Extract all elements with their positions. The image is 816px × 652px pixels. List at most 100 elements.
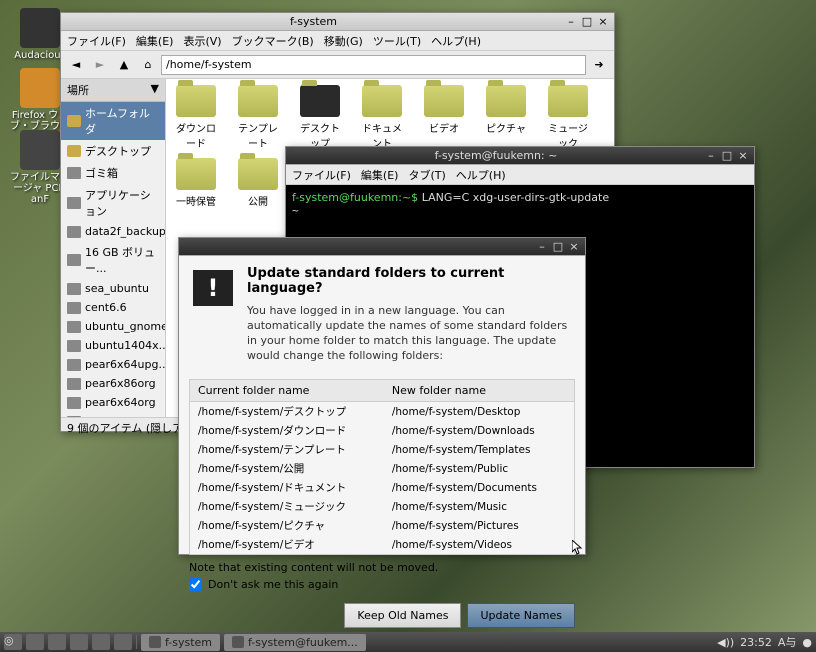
- drive-icon: [67, 197, 81, 209]
- start-button[interactable]: ◎: [4, 634, 22, 650]
- maximize-button[interactable]: □: [580, 15, 594, 29]
- keep-old-names-button[interactable]: Keep Old Names: [344, 603, 461, 628]
- folder-item[interactable]: 一時保管: [172, 158, 220, 208]
- sidebar-item[interactable]: pear6x86org: [61, 374, 165, 393]
- sidebar-item[interactable]: ubuntu_gnome: [61, 317, 165, 336]
- menu-item[interactable]: ヘルプ(H): [456, 167, 506, 183]
- app-icon: [20, 8, 60, 48]
- keyboard-indicator[interactable]: A与: [778, 634, 797, 650]
- up-button[interactable]: ▲: [113, 54, 135, 76]
- path-input[interactable]: [161, 55, 586, 75]
- drive-icon: [67, 397, 81, 409]
- minimize-button[interactable]: –: [564, 15, 578, 29]
- sidebar-item-label: cent6.6: [85, 301, 127, 314]
- folder-item[interactable]: ダウンロード: [172, 85, 220, 150]
- sidebar-item[interactable]: pear6x64upg...: [61, 355, 165, 374]
- table-row[interactable]: /home/f-system/デスクトップ/home/f-system/Desk…: [190, 402, 574, 422]
- menu-item[interactable]: ファイル(F): [292, 167, 351, 183]
- menu-item[interactable]: ファイル(F): [67, 33, 126, 49]
- launcher-browser[interactable]: [92, 634, 110, 650]
- taskbar-item[interactable]: f-system: [141, 634, 220, 651]
- table-row[interactable]: /home/f-system/ミュージック/home/f-system/Musi…: [190, 497, 574, 516]
- close-button[interactable]: ×: [596, 15, 610, 29]
- menu-item[interactable]: 移動(G): [324, 33, 363, 49]
- sidebar-item[interactable]: 16 GB ボリュー...: [61, 241, 165, 279]
- sidebar-item-label: デスクトップ: [85, 143, 151, 159]
- folder-icon: [424, 85, 464, 117]
- col-current[interactable]: Current folder name: [190, 380, 384, 402]
- table-row[interactable]: /home/f-system/ピクチャ/home/f-system/Pictur…: [190, 516, 574, 535]
- table-row[interactable]: /home/f-system/ビデオ/home/f-system/Videos: [190, 535, 574, 554]
- folder-mapping-table: Current folder name New folder name /hom…: [189, 379, 575, 555]
- drive-icon: [67, 378, 81, 390]
- menu-item[interactable]: ヘルプ(H): [431, 33, 481, 49]
- table-row[interactable]: /home/f-system/公開/home/f-system/Public: [190, 459, 574, 478]
- menu-item[interactable]: 編集(E): [361, 167, 399, 183]
- sidebar-item[interactable]: ホームフォルダ: [61, 102, 165, 140]
- folder-item[interactable]: ミュージック: [544, 85, 592, 150]
- folder-label: ビデオ: [420, 120, 468, 135]
- close-button[interactable]: ×: [567, 240, 581, 254]
- tray-icon[interactable]: ●: [802, 636, 812, 649]
- drive-icon: [67, 416, 81, 418]
- sidebar-item[interactable]: sea_ubuntu: [61, 279, 165, 298]
- launcher-files[interactable]: [70, 634, 88, 650]
- drive-icon: [67, 359, 81, 371]
- folder-icon: [176, 85, 216, 117]
- forward-button[interactable]: ►: [89, 54, 111, 76]
- sidebar-item[interactable]: ゴミ箱: [61, 162, 165, 184]
- folder-icon: [67, 145, 81, 157]
- menu-item[interactable]: ツール(T): [373, 33, 421, 49]
- back-button[interactable]: ◄: [65, 54, 87, 76]
- sidebar-item-label: pear6x64org: [85, 396, 156, 409]
- launcher-app[interactable]: [114, 634, 132, 650]
- menu-item[interactable]: 編集(E): [136, 33, 174, 49]
- dont-ask-checkbox[interactable]: [189, 578, 202, 591]
- col-new[interactable]: New folder name: [384, 380, 574, 402]
- folder-icon: [67, 115, 81, 127]
- taskbar-item[interactable]: f-system@fuukem...: [224, 634, 366, 651]
- sidebar-item[interactable]: デスクトップ: [61, 140, 165, 162]
- menu-item[interactable]: ブックマーク(B): [232, 33, 314, 49]
- go-button[interactable]: ➜: [588, 54, 610, 76]
- sidebar-item[interactable]: アプリケーション: [61, 184, 165, 222]
- dialog-titlebar[interactable]: – □ ×: [179, 238, 585, 256]
- tray-icon[interactable]: ◀)): [717, 636, 734, 649]
- sidebar-item[interactable]: cent6.6: [61, 298, 165, 317]
- maximize-button[interactable]: □: [551, 240, 565, 254]
- menu-item[interactable]: 表示(V): [183, 33, 221, 49]
- folder-icon: [238, 85, 278, 117]
- folder-item[interactable]: ピクチャ: [482, 85, 530, 150]
- launcher-terminal[interactable]: [48, 634, 66, 650]
- sidebar-item[interactable]: ubuntu1404x...: [61, 336, 165, 355]
- home-button[interactable]: ⌂: [137, 54, 159, 76]
- fm-titlebar[interactable]: f-system – □ ×: [61, 13, 614, 31]
- folder-item[interactable]: ビデオ: [420, 85, 468, 150]
- folder-item[interactable]: デスクトップ: [296, 85, 344, 150]
- minimize-button[interactable]: –: [704, 149, 718, 163]
- clock[interactable]: 23:52: [740, 636, 772, 649]
- sidebar-item[interactable]: pear6x86: [61, 412, 165, 417]
- update-folders-dialog: – □ × Update standard folders to current…: [178, 237, 586, 555]
- maximize-button[interactable]: □: [720, 149, 734, 163]
- fm-sidebar: 場所▼ ホームフォルダデスクトップゴミ箱アプリケーションdata2f_backu…: [61, 79, 166, 417]
- menu-item[interactable]: タブ(T): [408, 167, 445, 183]
- show-desktop-button[interactable]: [26, 634, 44, 650]
- sidebar-item[interactable]: pear6x64org: [61, 393, 165, 412]
- close-button[interactable]: ×: [736, 149, 750, 163]
- sidebar-item-label: アプリケーション: [85, 187, 159, 219]
- folder-item[interactable]: 公開: [234, 158, 282, 208]
- drive-icon: [67, 340, 81, 352]
- folder-item[interactable]: ドキュメント: [358, 85, 406, 150]
- minimize-button[interactable]: –: [535, 240, 549, 254]
- folder-item[interactable]: テンプレート: [234, 85, 282, 150]
- drive-icon: [67, 283, 81, 295]
- app-icon: [20, 68, 60, 108]
- sidebar-item[interactable]: data2f_backup: [61, 222, 165, 241]
- sidebar-item-label: pear6x86org: [85, 377, 156, 390]
- table-row[interactable]: /home/f-system/ドキュメント/home/f-system/Docu…: [190, 478, 574, 497]
- update-names-button[interactable]: Update Names: [467, 603, 575, 628]
- table-row[interactable]: /home/f-system/ダウンロード/home/f-system/Down…: [190, 421, 574, 440]
- table-row[interactable]: /home/f-system/テンプレート/home/f-system/Temp…: [190, 440, 574, 459]
- term-titlebar[interactable]: f-system@fuukemn: ~ – □ ×: [286, 147, 754, 165]
